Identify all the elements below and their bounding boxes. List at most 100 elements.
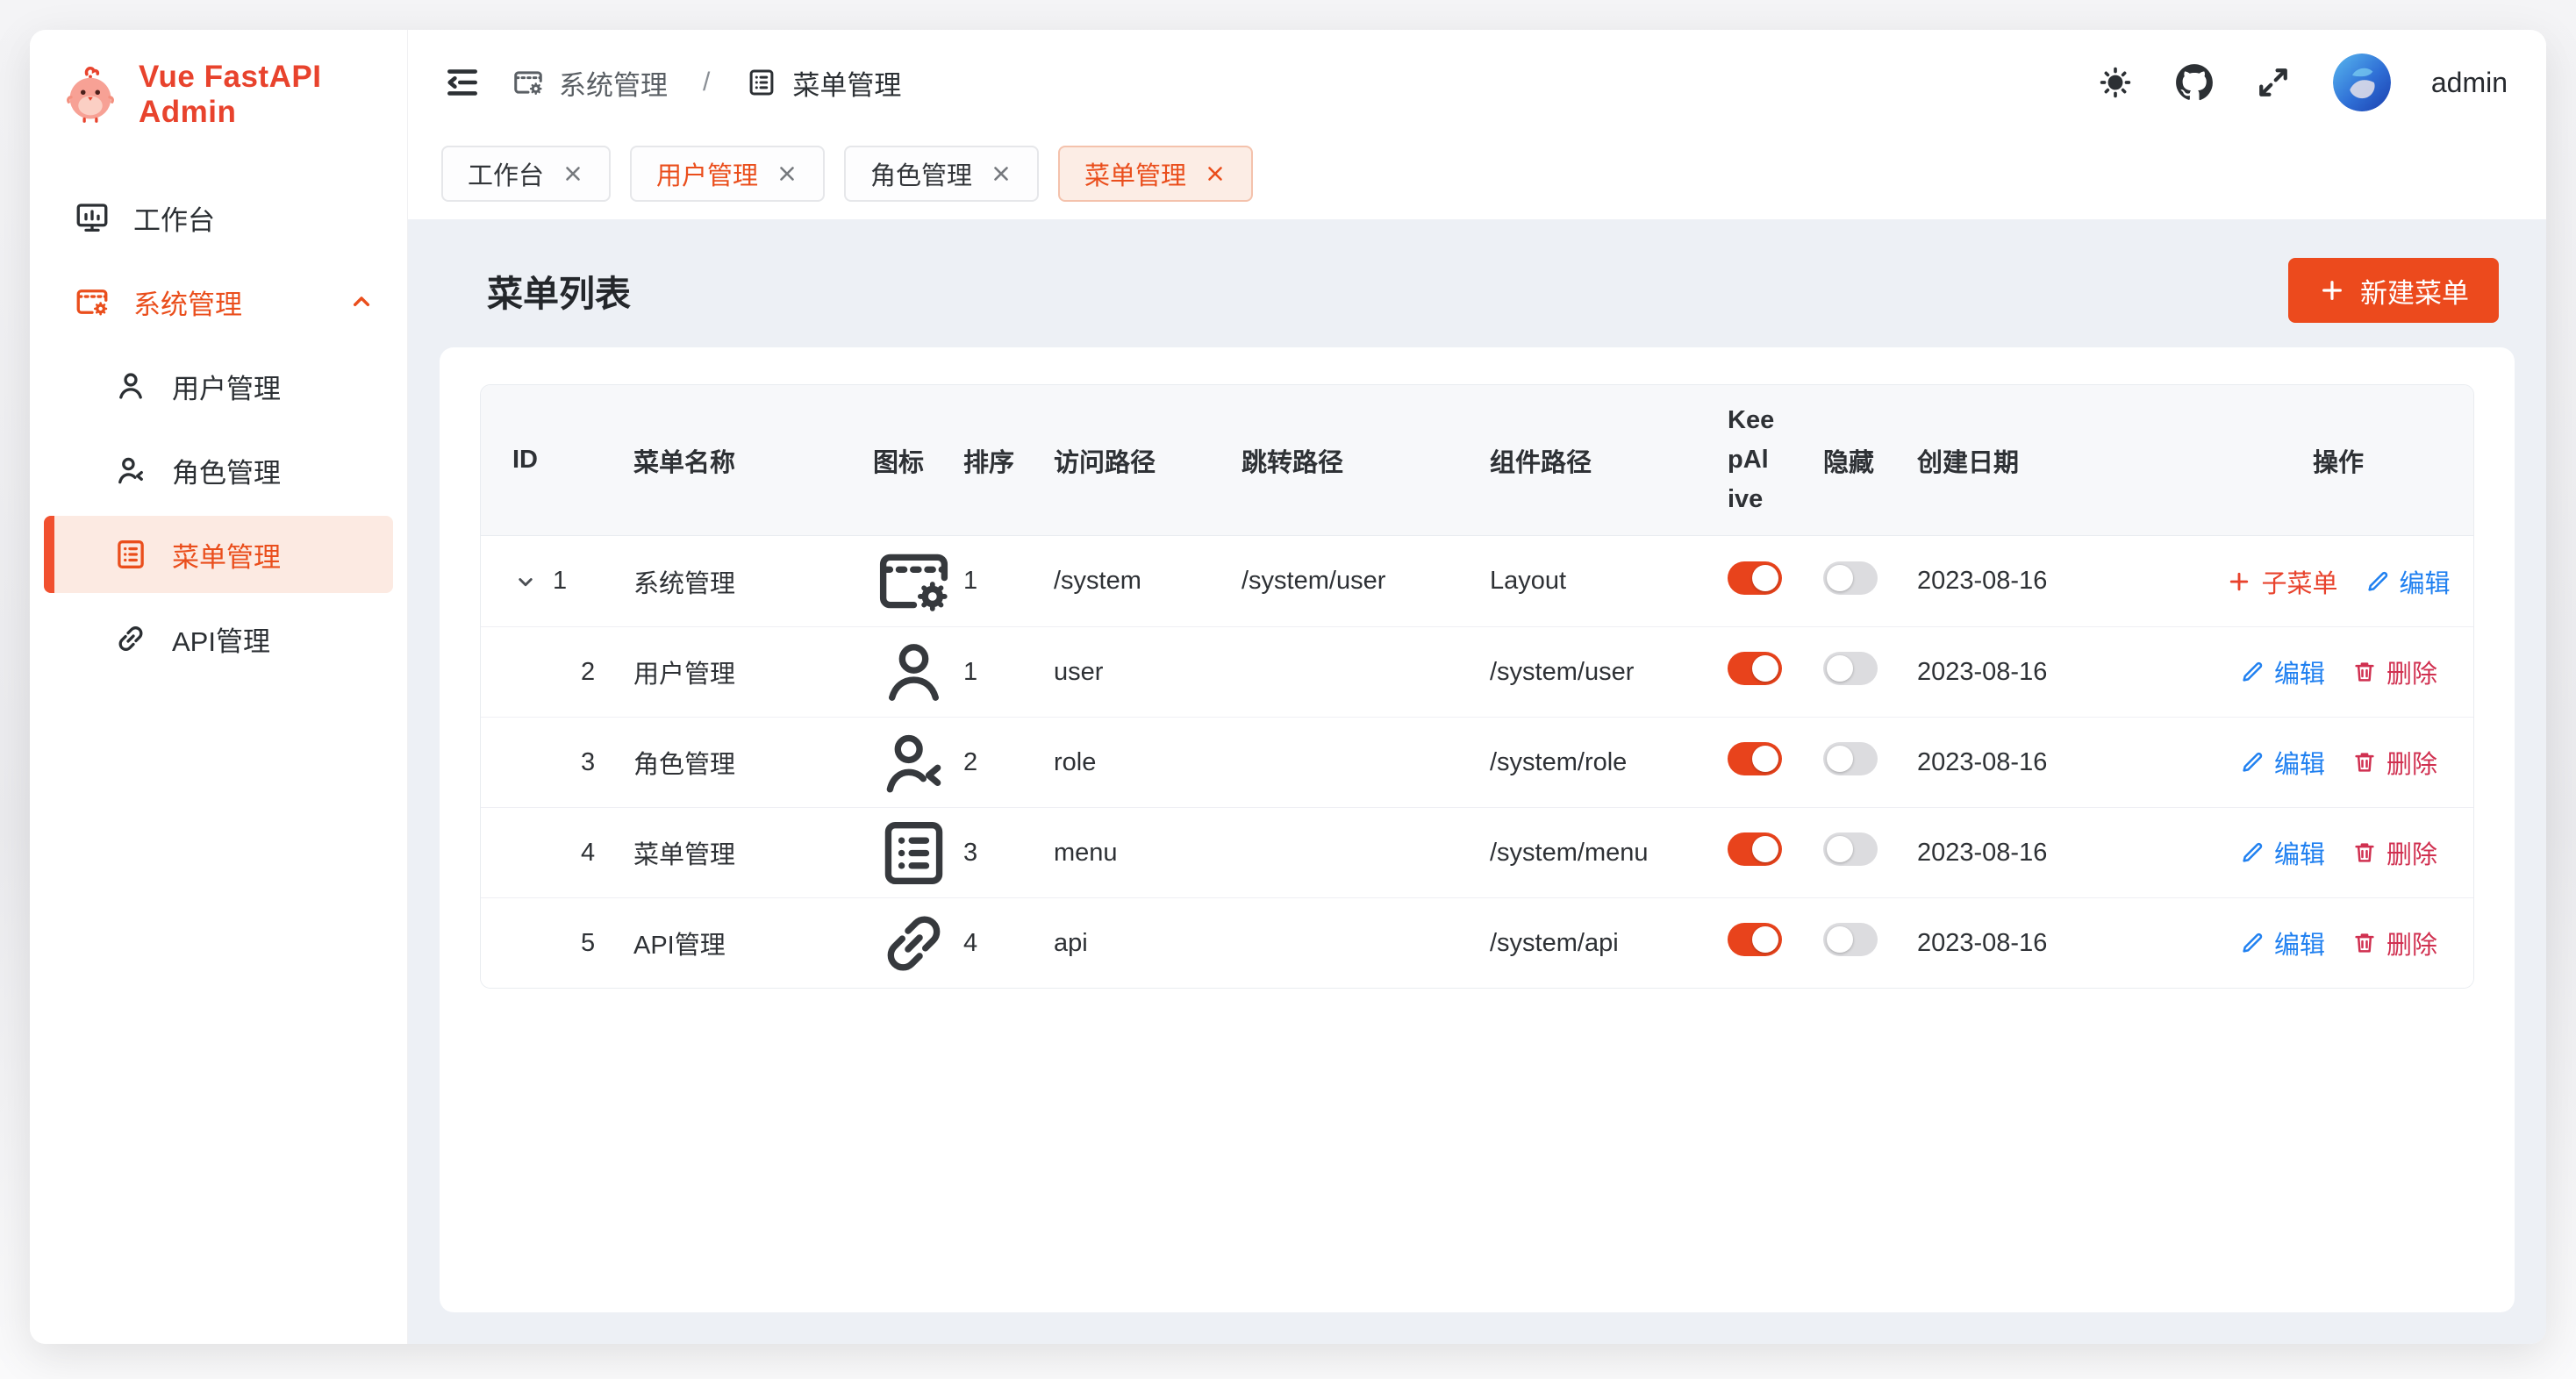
sidebar-item-label: API管理 <box>172 619 270 659</box>
cell-hidden <box>1823 742 1917 782</box>
tab-workbench[interactable]: 工作台 <box>441 146 611 202</box>
username[interactable]: admin <box>2431 67 2508 99</box>
close-icon[interactable] <box>990 162 1013 185</box>
delete-label: 删除 <box>2386 744 2437 781</box>
logo[interactable]: Vue FastAPI Admin <box>30 30 407 149</box>
sidebar-item-users[interactable]: 用户管理 <box>44 347 393 425</box>
cell-hidden <box>1823 832 1917 873</box>
cell-order: 1 <box>963 567 1054 596</box>
hidden-toggle[interactable] <box>1823 923 1878 956</box>
edit-link[interactable]: 编辑 <box>2239 925 2325 961</box>
hidden-toggle[interactable] <box>1823 742 1878 775</box>
trash-icon <box>2351 749 2378 775</box>
delete-link[interactable]: 删除 <box>2351 654 2437 690</box>
cell-id: 2 <box>481 658 633 687</box>
cell-created: 2023-08-16 <box>1917 748 2203 777</box>
hidden-toggle[interactable] <box>1823 561 1878 595</box>
sidebar-group-system[interactable]: 系统管理 <box>44 263 393 340</box>
main-area: 系统管理 / 菜单管理 <box>408 30 2546 1344</box>
cell-order: 2 <box>963 748 1054 777</box>
content-area: 菜单列表 新建菜单 ID 菜单名称 图标 排序 访问路径 <box>408 219 2546 1344</box>
menu-table: ID 菜单名称 图标 排序 访问路径 跳转路径 组件路径 KeepAlive 隐… <box>480 384 2474 989</box>
cell-keepalive <box>1728 742 1823 782</box>
close-icon[interactable] <box>1204 162 1227 185</box>
tab-label: 用户管理 <box>656 155 758 192</box>
cell-icon <box>873 632 963 713</box>
keepalive-toggle[interactable] <box>1728 832 1782 866</box>
user-icon <box>873 632 955 713</box>
keepalive-toggle[interactable] <box>1728 923 1782 956</box>
fullscreen-icon[interactable] <box>2254 63 2293 102</box>
plus-icon <box>2318 276 2346 304</box>
top-header: 系统管理 / 菜单管理 <box>408 30 2546 135</box>
close-icon[interactable] <box>776 162 798 185</box>
api-link-icon <box>873 903 955 984</box>
sidebar-item-label: 角色管理 <box>172 451 281 490</box>
topbar-actions: admin <box>2096 54 2508 111</box>
sidebar-item-roles[interactable]: 角色管理 <box>44 432 393 509</box>
delete-link[interactable]: 删除 <box>2351 744 2437 781</box>
sidebar-collapse-icon[interactable] <box>443 63 482 102</box>
theme-sun-icon[interactable] <box>2096 63 2135 102</box>
cell-created: 2023-08-16 <box>1917 567 2203 596</box>
sidebar-item-api[interactable]: API管理 <box>44 600 393 677</box>
edit-label: 编辑 <box>2274 654 2325 690</box>
create-menu-label: 新建菜单 <box>2360 271 2469 311</box>
breadcrumb-menus[interactable]: 菜单管理 <box>745 63 901 103</box>
keepalive-toggle[interactable] <box>1728 652 1782 685</box>
cell-keepalive <box>1728 832 1823 873</box>
trash-icon <box>2351 930 2378 956</box>
tab-users[interactable]: 用户管理 <box>630 146 825 202</box>
menu-list-icon <box>745 66 778 99</box>
keepalive-toggle[interactable] <box>1728 742 1782 775</box>
breadcrumb-label: 系统管理 <box>559 63 668 103</box>
delete-link[interactable]: 删除 <box>2351 925 2437 961</box>
cell-order: 1 <box>963 658 1054 687</box>
cell-path: user <box>1054 658 1241 687</box>
sidebar-item-workbench[interactable]: 工作台 <box>44 179 393 256</box>
delete-label: 删除 <box>2386 834 2437 871</box>
cell-id: 5 <box>481 929 633 958</box>
cell-component: /system/menu <box>1490 839 1728 868</box>
close-icon[interactable] <box>562 162 584 185</box>
plus-icon <box>2226 568 2252 595</box>
tabs-bar: 工作台 用户管理 角色管理 菜单管理 <box>408 135 2546 219</box>
user-avatar[interactable] <box>2333 54 2391 111</box>
pencil-icon <box>2239 659 2265 685</box>
menu-list-icon <box>873 812 955 894</box>
edit-link[interactable]: 编辑 <box>2239 834 2325 871</box>
breadcrumb-system[interactable]: 系统管理 <box>512 63 668 103</box>
cell-actions: 编辑 删除 <box>2203 834 2473 871</box>
window-gear-icon <box>512 66 545 99</box>
window-gear-icon <box>873 540 955 622</box>
github-icon[interactable] <box>2175 63 2214 102</box>
sidebar-item-label: 系统管理 <box>133 282 242 322</box>
delete-label: 删除 <box>2386 654 2437 690</box>
hidden-toggle[interactable] <box>1823 652 1878 685</box>
tab-roles[interactable]: 角色管理 <box>844 146 1039 202</box>
tab-menus[interactable]: 菜单管理 <box>1058 146 1253 202</box>
cell-name: 系统管理 <box>633 563 873 600</box>
cell-id: 1 <box>481 567 633 596</box>
edit-link[interactable]: 编辑 <box>2239 654 2325 690</box>
cell-icon <box>873 812 963 894</box>
keepalive-toggle[interactable] <box>1728 561 1782 595</box>
create-menu-button[interactable]: 新建菜单 <box>2288 258 2499 323</box>
expand-row-icon[interactable] <box>512 568 539 595</box>
edit-link[interactable]: 编辑 <box>2239 744 2325 781</box>
col-icon: 图标 <box>873 442 963 479</box>
hidden-toggle[interactable] <box>1823 832 1878 866</box>
edit-link[interactable]: 编辑 <box>2365 563 2451 600</box>
cell-name: 菜单管理 <box>633 834 873 871</box>
cell-created: 2023-08-16 <box>1917 839 2203 868</box>
add-submenu-link[interactable]: 子菜单 <box>2226 563 2337 600</box>
cell-redirect: /system/user <box>1241 567 1490 596</box>
cell-path: menu <box>1054 839 1241 868</box>
row-id: 2 <box>581 658 595 687</box>
sidebar-item-menus[interactable]: 菜单管理 <box>44 516 393 593</box>
delete-link[interactable]: 删除 <box>2351 834 2437 871</box>
col-path: 访问路径 <box>1054 442 1241 479</box>
cell-component: Layout <box>1490 567 1728 596</box>
cell-actions: 编辑 删除 <box>2203 744 2473 781</box>
col-order: 排序 <box>963 442 1054 479</box>
